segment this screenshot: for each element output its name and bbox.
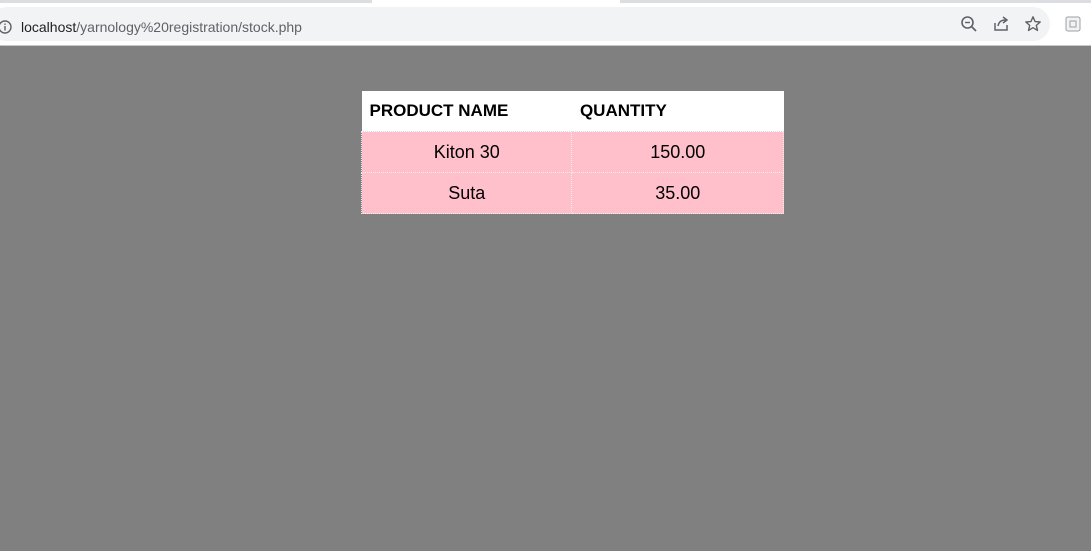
inactive-tab-right[interactable] [620, 0, 1091, 3]
inactive-tab-left[interactable] [0, 0, 372, 3]
browser-toolbar: localhost/yarnology%20registration/stock… [0, 4, 1091, 46]
table-header-row: PRODUCT NAME QUANTITY [361, 91, 784, 132]
product-name-cell: Suta [360, 172, 573, 214]
share-icon[interactable] [992, 15, 1010, 33]
star-icon[interactable] [1024, 15, 1042, 33]
extension-icon[interactable] [1065, 16, 1081, 32]
info-icon[interactable] [0, 20, 12, 34]
quantity-cell: 150.00 [571, 131, 784, 173]
header-product-name: PRODUCT NAME [361, 91, 572, 132]
url-host: localhost [21, 19, 77, 35]
url-path: /yarnology%20registration/stock.php [76, 19, 302, 35]
product-name-cell: Kiton 30 [360, 131, 573, 173]
page-body: PRODUCT NAME QUANTITY Kiton 30 150.00 Su… [0, 46, 1091, 551]
stock-table: PRODUCT NAME QUANTITY Kiton 30 150.00 Su… [360, 91, 784, 214]
header-quantity: QUANTITY [571, 91, 784, 132]
quantity-cell: 35.00 [571, 172, 784, 214]
table-row: Suta 35.00 [360, 172, 784, 214]
table-row: Kiton 30 150.00 [360, 131, 784, 173]
address-bar[interactable]: localhost/yarnology%20registration/stock… [0, 7, 1050, 41]
url-text[interactable]: localhost/yarnology%20registration/stock… [21, 19, 302, 35]
zoom-icon[interactable] [960, 15, 978, 33]
